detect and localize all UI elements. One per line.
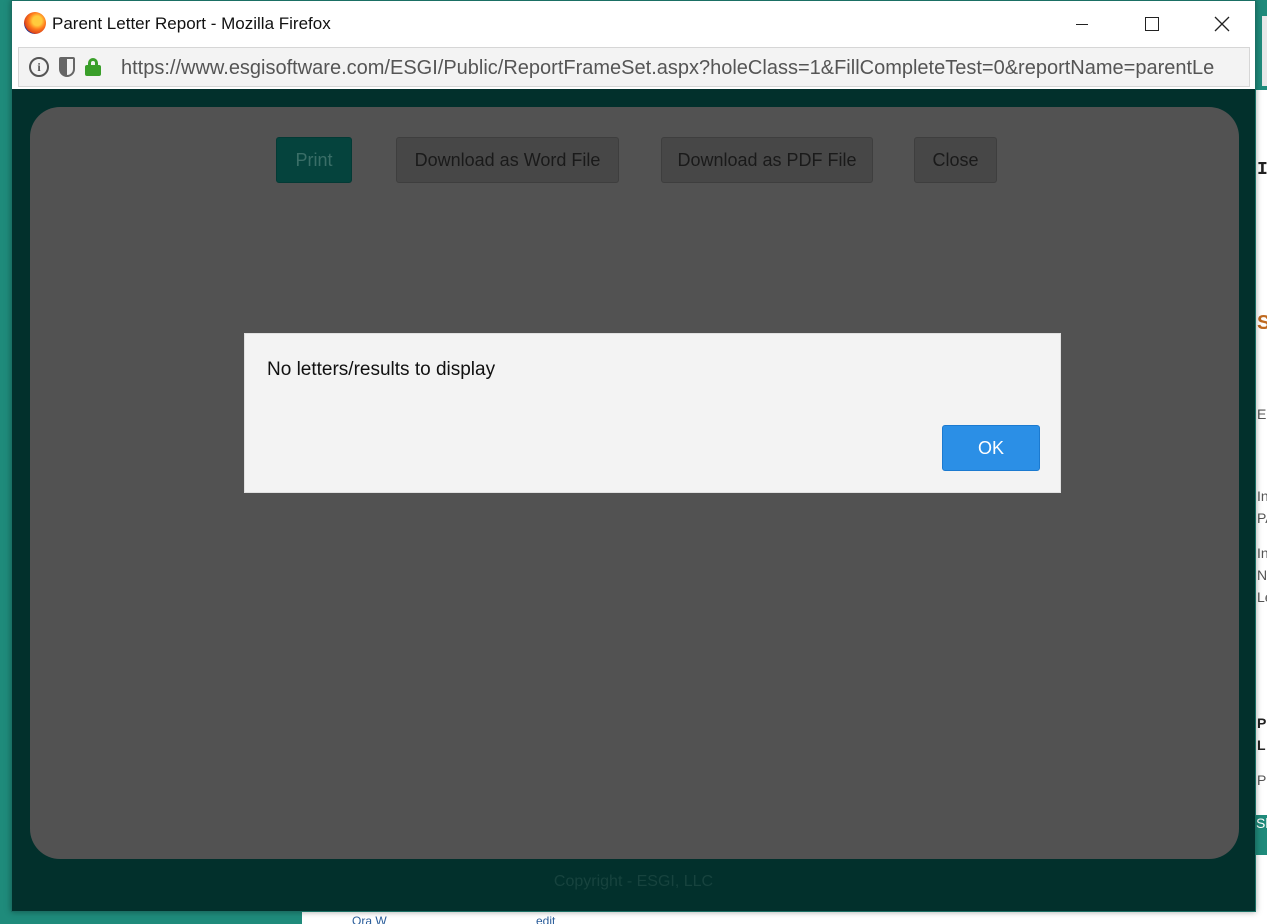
close-button[interactable]: Close [914, 137, 997, 183]
browser-window: Parent Letter Report - Mozilla Firefox i… [11, 0, 1256, 912]
copyright-text: Copyright - ESGI, LLC [553, 873, 714, 890]
shield-icon[interactable] [59, 57, 75, 77]
bg-fragment: In [1257, 488, 1267, 504]
close-window-button[interactable] [1187, 1, 1257, 47]
minimize-button[interactable] [1047, 1, 1117, 47]
bg-fragment: Ora W [352, 914, 387, 924]
bg-fragment: PA [1257, 510, 1267, 526]
bg-fragment: P [1257, 715, 1267, 731]
background-panel-edge [1262, 16, 1267, 86]
page-content: Print Download as Word File Download as … [12, 89, 1255, 911]
bg-fragment: S [1257, 312, 1267, 334]
window-title: Parent Letter Report - Mozilla Firefox [52, 14, 331, 33]
report-frame: Print Download as Word File Download as … [30, 107, 1239, 859]
bg-fragment: I [1257, 160, 1267, 180]
download-word-button[interactable]: Download as Word File [396, 137, 619, 183]
info-icon[interactable]: i [29, 57, 49, 77]
bg-fragment: In [1257, 545, 1267, 561]
ok-button[interactable]: OK [942, 425, 1040, 471]
download-pdf-button[interactable]: Download as PDF File [661, 137, 873, 183]
maximize-icon [1145, 17, 1159, 31]
bg-fragment: P [1257, 772, 1267, 788]
address-bar[interactable]: i https://www.esgisoftware.com/ESGI/Publ… [18, 47, 1250, 87]
lock-icon[interactable] [85, 58, 101, 76]
bg-fragment: N [1257, 567, 1267, 583]
background-bottom-panel: Ora W edit [302, 912, 1262, 924]
firefox-icon [24, 12, 46, 34]
print-button[interactable]: Print [276, 137, 352, 183]
bg-teal-bar: Sl [1256, 815, 1267, 855]
alert-dialog: No letters/results to display OK [244, 333, 1061, 493]
dialog-message: No letters/results to display [267, 359, 496, 380]
background-right-panel: I S E In PA In N Le P L P Sl [1256, 90, 1267, 924]
close-icon [1214, 16, 1230, 32]
maximize-button[interactable] [1117, 1, 1187, 47]
bg-fragment: Sl [1256, 815, 1267, 831]
bg-fragment: L [1257, 737, 1266, 753]
bg-fragment: Le [1257, 589, 1267, 605]
bg-fragment: edit [536, 914, 556, 924]
bg-fragment: E [1257, 406, 1267, 422]
url-text[interactable]: https://www.esgisoftware.com/ESGI/Public… [121, 57, 1243, 80]
title-bar[interactable]: Parent Letter Report - Mozilla Firefox [12, 1, 1255, 47]
minimize-icon [1076, 23, 1088, 25]
